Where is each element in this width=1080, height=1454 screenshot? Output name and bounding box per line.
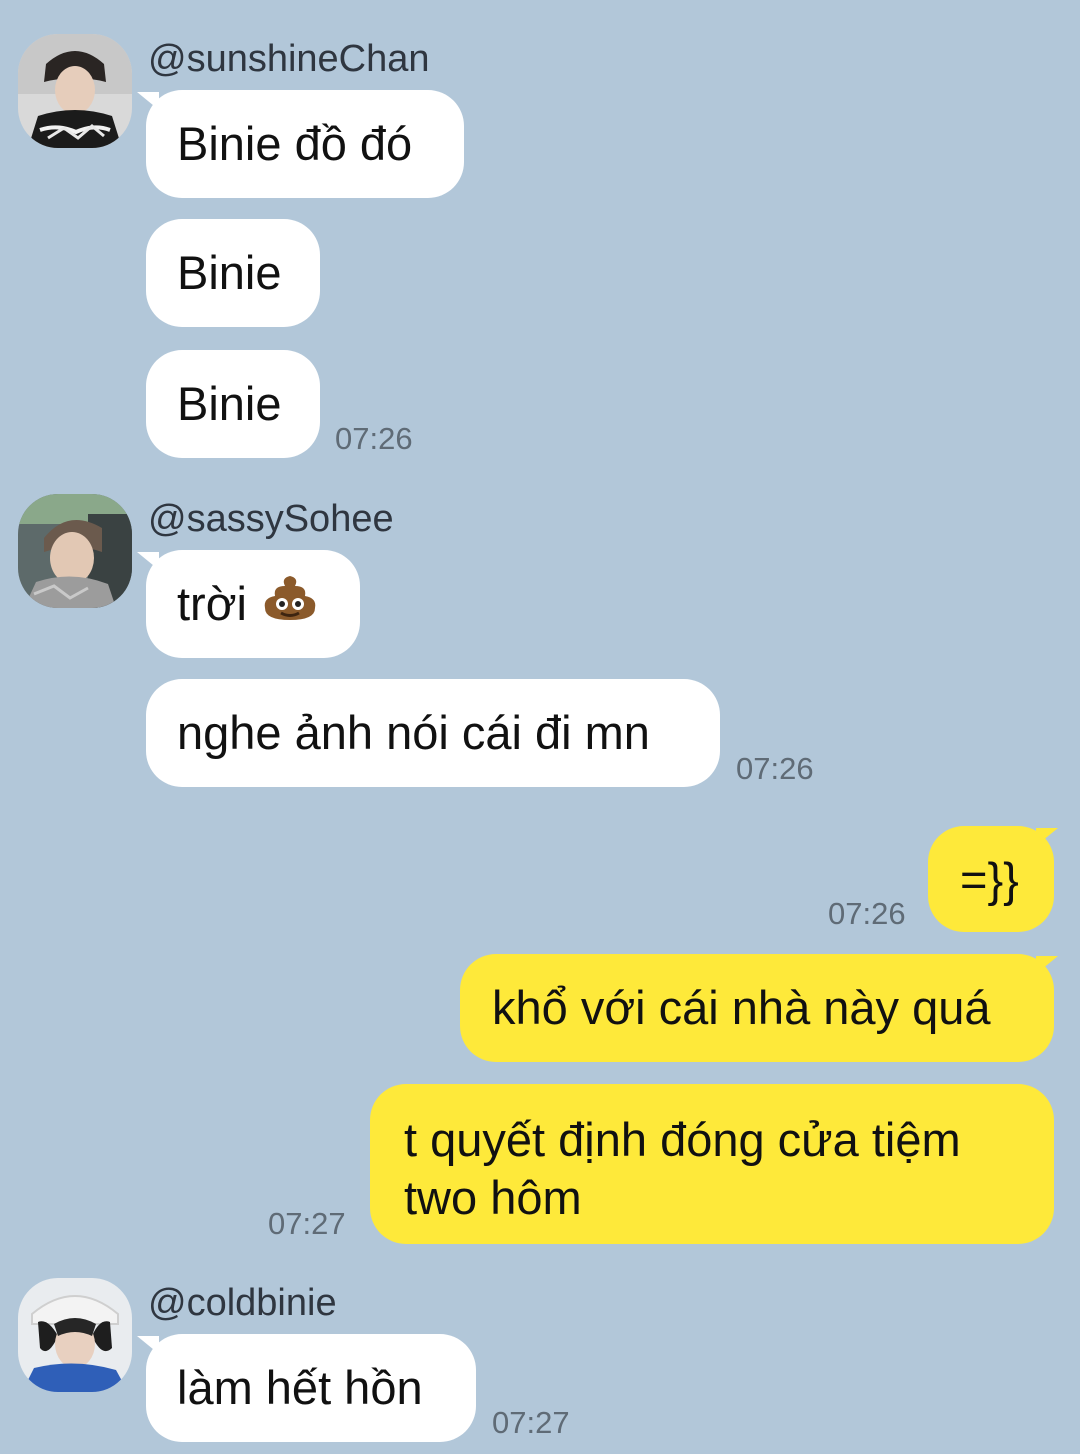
avatar-sassysohee[interactable] [18, 494, 132, 608]
message-text: =}} [960, 853, 1019, 906]
avatar-coldbinie[interactable] [18, 1278, 132, 1392]
message-bubble[interactable]: nghe ảnh nói cái đi mn [146, 679, 720, 787]
poop-emoji-icon [261, 572, 319, 635]
message-text: làm hết hồn [177, 1361, 423, 1414]
sender-name[interactable]: @coldbinie [148, 1280, 337, 1326]
message-bubble[interactable]: Binie [146, 350, 320, 458]
message-timestamp: 07:26 [828, 896, 906, 931]
chat-view[interactable]: @sunshineChan Binie đồ đó Binie Binie 07… [0, 0, 1080, 1454]
message-bubble[interactable]: làm hết hồn [146, 1334, 476, 1442]
message-timestamp: 07:26 [736, 751, 814, 786]
message-text: Binie [177, 377, 282, 430]
message-text: t quyết định đóng cửa tiệm two hôm [404, 1113, 961, 1224]
message-timestamp: 07:27 [268, 1206, 346, 1241]
message-timestamp: 07:26 [335, 421, 413, 456]
message-bubble[interactable]: Binie đồ đó [146, 90, 464, 198]
message-text: trời [177, 577, 247, 630]
message-timestamp: 07:27 [492, 1405, 570, 1440]
avatar-sunshinechan[interactable] [18, 34, 132, 148]
message-bubble[interactable]: trời [146, 550, 360, 658]
outgoing-message-bubble[interactable]: khổ với cái nhà này quá [460, 954, 1054, 1062]
sender-name[interactable]: @sunshineChan [148, 36, 430, 82]
outgoing-message-bubble[interactable]: =}} [928, 826, 1054, 932]
message-text: Binie đồ đó [177, 117, 413, 170]
message-text: khổ với cái nhà này quá [492, 981, 991, 1034]
outgoing-message-bubble[interactable]: t quyết định đóng cửa tiệm two hôm [370, 1084, 1054, 1244]
message-text: nghe ảnh nói cái đi mn [177, 706, 650, 759]
sender-name[interactable]: @sassySohee [148, 496, 394, 542]
message-text: Binie [177, 246, 282, 299]
message-bubble[interactable]: Binie [146, 219, 320, 327]
